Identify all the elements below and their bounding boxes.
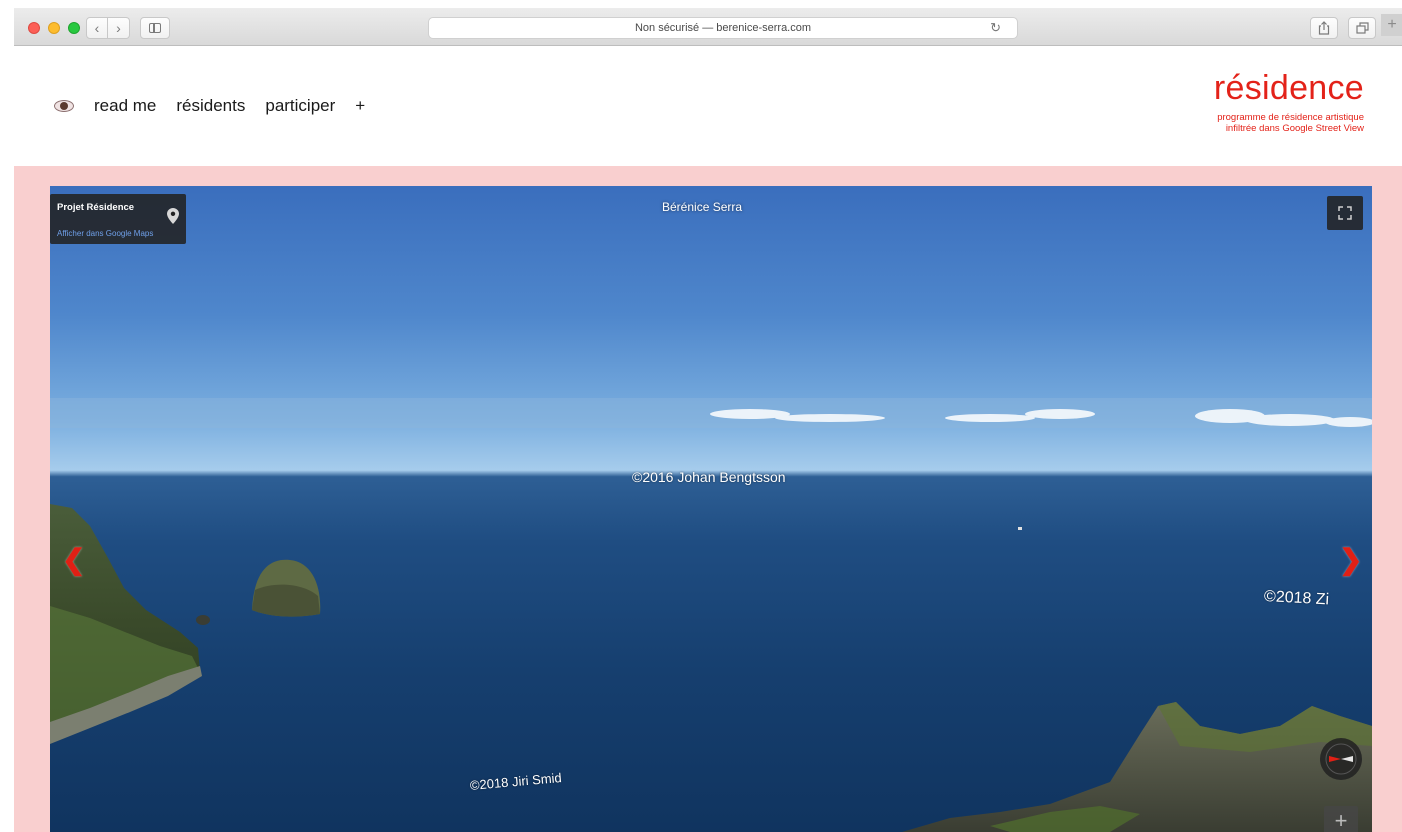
street-view-infobox: Projet Résidence Afficher dans Google Ma…	[50, 194, 186, 244]
site-subtitle-line1: programme de résidence artistique	[1217, 112, 1364, 123]
share-button[interactable]	[1310, 17, 1338, 39]
address-text: Non sécurisé — berenice-serra.com	[634, 22, 812, 34]
street-view-panorama[interactable]	[50, 186, 1372, 832]
share-icon	[1318, 21, 1330, 35]
site-title[interactable]: résidence	[1214, 70, 1364, 106]
zoom-window-button[interactable]	[68, 22, 80, 34]
nav-item-participer[interactable]: participer	[265, 96, 335, 116]
fullscreen-icon	[1338, 206, 1352, 220]
chevron-right-icon: ❯	[1339, 544, 1363, 575]
plus-icon: +	[1387, 16, 1397, 33]
next-resident-button[interactable]: ❯	[1339, 546, 1362, 574]
photo-credit: ©2016 Johan Bengtsson	[632, 469, 786, 485]
site-brand[interactable]: résidence programme de résidence artisti…	[1214, 70, 1364, 134]
compass-control[interactable]	[1320, 738, 1362, 780]
tab-overview-button[interactable]	[1348, 17, 1376, 39]
nav-item-more[interactable]: +	[355, 96, 365, 116]
minimize-window-button[interactable]	[48, 22, 60, 34]
map-pin-icon[interactable]	[167, 208, 179, 224]
plus-icon: +	[1334, 808, 1348, 832]
previous-resident-button[interactable]: ❮	[62, 546, 85, 574]
nav-item-read-me[interactable]: read me	[94, 96, 156, 116]
chevron-right-icon: ›	[116, 20, 121, 36]
fullscreen-button[interactable]	[1327, 196, 1363, 230]
chevron-left-icon: ‹	[94, 20, 100, 36]
tabs-icon	[1355, 22, 1369, 34]
history-buttons: ‹ ›	[86, 17, 130, 39]
window-controls	[28, 22, 80, 34]
eye-icon[interactable]	[54, 100, 74, 112]
new-tab-button[interactable]: +	[1381, 14, 1402, 36]
sidebar-toggle-button[interactable]	[140, 17, 170, 39]
panorama-author: Bérénice Serra	[662, 200, 743, 214]
forward-button[interactable]: ›	[108, 17, 130, 39]
panorama-scene	[50, 398, 1372, 832]
sidebar-icon	[149, 23, 161, 33]
site-header: read me résidents participer + résidence…	[14, 46, 1402, 166]
nav-item-residents[interactable]: résidents	[176, 96, 245, 116]
compass-icon	[1325, 743, 1357, 775]
close-window-button[interactable]	[28, 22, 40, 34]
chevron-left-icon: ❮	[62, 544, 86, 575]
place-title: Projet Résidence	[57, 202, 135, 213]
zoom-in-button[interactable]: +	[1324, 806, 1358, 832]
reload-icon[interactable]: ↻	[990, 20, 1001, 36]
browser-toolbar: ‹ › Non sécurisé — berenice-serra.com ↻	[14, 8, 1402, 46]
address-bar[interactable]: Non sécurisé — berenice-serra.com ↻	[428, 17, 1018, 39]
site-subtitle-line2: infiltrée dans Google Street View	[1225, 123, 1364, 134]
open-in-google-maps-link[interactable]: Afficher dans Google Maps	[57, 229, 153, 238]
main-nav: read me résidents participer +	[54, 96, 365, 116]
photo-credit-right: ©2018 Zi	[1263, 588, 1330, 609]
back-button[interactable]: ‹	[86, 17, 108, 39]
